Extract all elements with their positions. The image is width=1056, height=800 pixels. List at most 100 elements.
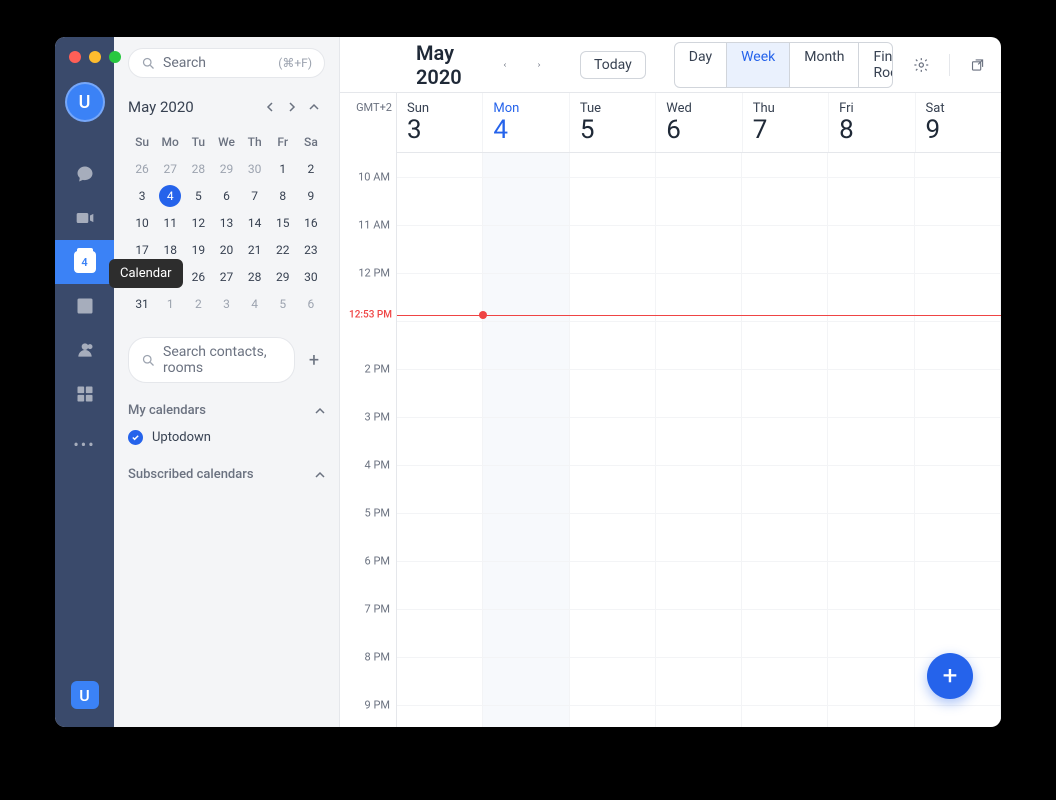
mini-day[interactable]: 10 [128, 209, 156, 236]
day-number: 7 [753, 116, 818, 145]
add-calendar-button[interactable]: + [303, 349, 325, 371]
mini-day[interactable]: 21 [241, 236, 269, 263]
mini-next-button[interactable] [281, 96, 303, 118]
mini-day[interactable]: 4 [241, 290, 269, 317]
mini-day[interactable]: 1 [156, 290, 184, 317]
create-event-fab[interactable]: + [927, 653, 973, 699]
mini-day[interactable]: 5 [269, 290, 297, 317]
mini-day[interactable]: 30 [241, 155, 269, 182]
chevron-up-icon [315, 470, 325, 480]
maximize-window-button[interactable] [109, 51, 121, 63]
mini-day[interactable]: 9 [297, 182, 325, 209]
mini-day[interactable]: 22 [269, 236, 297, 263]
global-search[interactable]: Search (⌘+F) [128, 48, 325, 78]
nav-calendar[interactable]: 4 [55, 240, 114, 284]
day-column[interactable] [397, 153, 483, 727]
subscribed-calendars-section[interactable]: Subscribed calendars [128, 461, 325, 488]
hour-label: 6 PM [365, 555, 390, 568]
chat-icon [75, 164, 95, 184]
mini-day[interactable]: 4 [156, 182, 184, 209]
mini-day[interactable]: 3 [128, 182, 156, 209]
mini-day[interactable]: 29 [212, 155, 240, 182]
notes-icon [75, 296, 95, 316]
search-placeholder: Search [163, 55, 278, 71]
mini-day[interactable]: 26 [184, 263, 212, 290]
mini-day[interactable]: 19 [184, 236, 212, 263]
mini-day[interactable]: 8 [269, 182, 297, 209]
contacts-icon [75, 340, 95, 360]
popout-button[interactable] [970, 55, 985, 75]
my-calendars-section[interactable]: My calendars [128, 397, 325, 424]
mini-day[interactable]: 27 [156, 155, 184, 182]
mini-day[interactable]: 12 [184, 209, 212, 236]
mini-day[interactable]: 15 [269, 209, 297, 236]
mini-day[interactable]: 3 [212, 290, 240, 317]
nav-notes[interactable] [55, 284, 114, 328]
day-column[interactable] [656, 153, 742, 727]
day-number: 8 [839, 116, 904, 145]
mini-day[interactable]: 23 [297, 236, 325, 263]
day-column[interactable] [828, 153, 914, 727]
nav-video[interactable] [55, 196, 114, 240]
mini-day[interactable]: 7 [241, 182, 269, 209]
mini-dow: Su [128, 128, 156, 155]
mini-dow: Mo [156, 128, 184, 155]
calendar-item[interactable]: Uptodown [128, 424, 325, 451]
day-header[interactable]: Sat9 [916, 93, 1001, 152]
nav-more[interactable]: ••• [55, 422, 114, 466]
nav-apps[interactable] [55, 372, 114, 416]
mini-day[interactable]: 1 [269, 155, 297, 182]
mini-day[interactable]: 16 [297, 209, 325, 236]
avatar[interactable]: U [65, 82, 105, 122]
view-find-rooms[interactable]: Find Rooms [859, 43, 892, 87]
days-wrap: Sun3Mon4Tue5Wed6Thu7Fri8Sat9 [397, 93, 1001, 727]
day-header[interactable]: Thu7 [743, 93, 829, 152]
mini-day[interactable]: 30 [297, 263, 325, 290]
mini-day[interactable]: 11 [156, 209, 184, 236]
minimize-window-button[interactable] [89, 51, 101, 63]
contacts-search[interactable]: Search contacts, rooms [128, 337, 295, 383]
day-column[interactable] [570, 153, 656, 727]
mini-collapse-button[interactable] [303, 96, 325, 118]
mini-day[interactable]: 28 [241, 263, 269, 290]
day-number: 5 [580, 116, 645, 145]
day-header[interactable]: Tue5 [570, 93, 656, 152]
mini-day[interactable]: 29 [269, 263, 297, 290]
day-column[interactable] [915, 153, 1001, 727]
day-column[interactable] [483, 153, 569, 727]
view-week[interactable]: Week [727, 43, 790, 87]
day-header[interactable]: Sun3 [397, 93, 483, 152]
settings-button[interactable] [913, 54, 930, 76]
today-button[interactable]: Today [580, 51, 646, 79]
day-header[interactable]: Mon4 [483, 93, 569, 152]
day-header[interactable]: Wed6 [656, 93, 742, 152]
chevron-right-icon [287, 102, 297, 112]
nav-contacts[interactable] [55, 328, 114, 372]
nav-chat[interactable] [55, 152, 114, 196]
next-period-button[interactable] [527, 49, 551, 81]
nav-bottom-avatar[interactable]: U [71, 681, 99, 709]
mini-day[interactable]: 31 [128, 290, 156, 317]
mini-day[interactable]: 6 [297, 290, 325, 317]
mini-day[interactable]: 5 [184, 182, 212, 209]
view-day[interactable]: Day [675, 43, 727, 87]
mini-day[interactable]: 28 [184, 155, 212, 182]
mini-day[interactable]: 20 [212, 236, 240, 263]
my-calendars-label: My calendars [128, 403, 315, 418]
mini-day[interactable]: 13 [212, 209, 240, 236]
prev-period-button[interactable] [493, 49, 517, 81]
close-window-button[interactable] [69, 51, 81, 63]
toolbar: May 2020 Today Day Week Month Find Rooms [340, 37, 1001, 93]
view-month[interactable]: Month [790, 43, 859, 87]
day-column[interactable] [742, 153, 828, 727]
mini-day[interactable]: 6 [212, 182, 240, 209]
mini-prev-button[interactable] [259, 96, 281, 118]
mini-day[interactable]: 2 [184, 290, 212, 317]
calendar-grid[interactable] [397, 153, 1001, 727]
day-of-week: Wed [666, 101, 731, 116]
mini-day[interactable]: 14 [241, 209, 269, 236]
day-header[interactable]: Fri8 [829, 93, 915, 152]
mini-day[interactable]: 2 [297, 155, 325, 182]
mini-day[interactable]: 27 [212, 263, 240, 290]
mini-day[interactable]: 26 [128, 155, 156, 182]
